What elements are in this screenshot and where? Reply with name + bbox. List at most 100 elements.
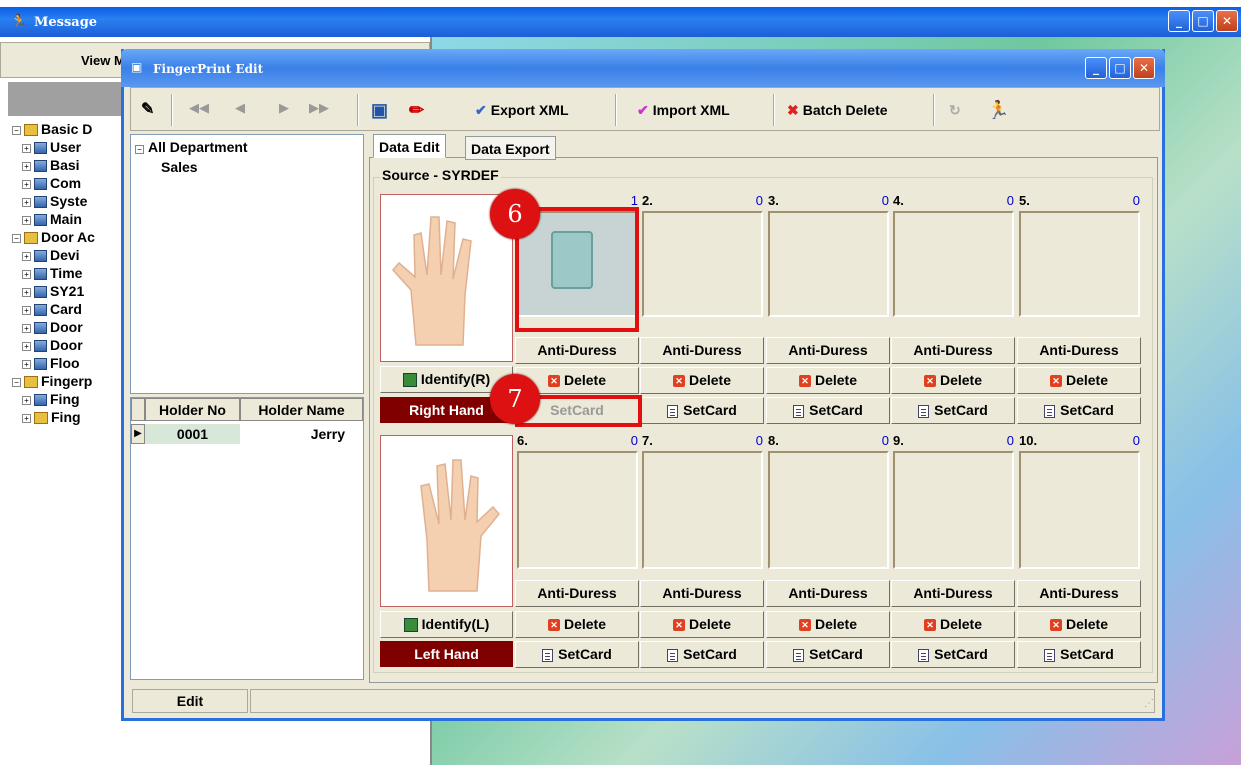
app-logo-icon: 🏃 <box>10 14 28 30</box>
tree-item-sales[interactable]: Sales <box>161 159 198 175</box>
folder-icon <box>24 232 38 245</box>
grid-icon <box>34 304 47 317</box>
delete-button[interactable]: ✕ Delete <box>515 611 639 638</box>
grid-icon <box>34 358 47 371</box>
setcard-button[interactable]: SetCard <box>1017 397 1141 424</box>
refresh-icon[interactable]: ↻ <box>949 96 961 124</box>
setcard-button[interactable]: SetCard <box>640 641 764 668</box>
grid-icon <box>34 142 47 155</box>
maximize-button[interactable]: □ <box>1192 10 1214 32</box>
delete-icon: ✕ <box>1049 619 1062 632</box>
window-maximize-button[interactable]: □ <box>1109 57 1131 79</box>
toolbar-separator <box>773 94 775 126</box>
close-button[interactable]: ✕ <box>1216 10 1238 32</box>
anti-duress-button[interactable]: Anti-Duress <box>891 580 1015 607</box>
finger-cell-6[interactable]: 6. 0 <box>515 433 640 569</box>
anti-duress-button[interactable]: Anti-Duress <box>766 580 890 607</box>
grid-icon <box>34 250 47 263</box>
export-xml-button[interactable]: ✔ Export XML <box>475 96 569 124</box>
delete-button[interactable]: ✕ Delete <box>891 367 1015 394</box>
export-icon: ✔ <box>475 102 487 118</box>
anti-duress-button[interactable]: Anti-Duress <box>1017 337 1141 364</box>
left-hand-image <box>380 435 513 607</box>
batch-delete-icon: ✖ <box>787 102 799 118</box>
card-icon <box>667 404 679 418</box>
setcard-button[interactable]: SetCard <box>766 641 890 668</box>
delete-button[interactable]: ✕ Delete <box>1017 367 1141 394</box>
column-header-holder-no[interactable]: Holder No <box>145 398 240 421</box>
identify-icon <box>402 373 417 388</box>
setcard-button[interactable]: SetCard <box>891 397 1015 424</box>
resize-grip-icon[interactable]: ⋰ <box>1144 698 1154 709</box>
status-message <box>250 689 1155 713</box>
import-icon: ✔ <box>637 102 649 118</box>
first-record-icon[interactable]: ◀◀ <box>189 100 209 116</box>
grid-icon <box>34 178 47 191</box>
minimize-button[interactable]: _ <box>1168 10 1190 32</box>
batch-delete-button[interactable]: ✖ Batch Delete <box>787 96 888 124</box>
column-header-holder-name[interactable]: Holder Name <box>240 398 363 421</box>
left-hand-label: Left Hand <box>380 641 513 667</box>
last-record-icon[interactable]: ▶▶ <box>309 100 329 116</box>
card-icon <box>542 648 554 662</box>
grid-icon <box>34 394 47 407</box>
left-hand-icon <box>420 459 500 592</box>
delete-button[interactable]: ✕ Delete <box>766 367 890 394</box>
finger-cell-10[interactable]: 10. 0 <box>1017 433 1142 569</box>
delete-icon: ✕ <box>923 375 936 388</box>
toolbar-separator <box>615 94 617 126</box>
delete-button[interactable]: ✕ Delete <box>766 611 890 638</box>
edit-icon[interactable]: ✎ <box>141 96 154 124</box>
anti-duress-button[interactable]: Anti-Duress <box>766 337 890 364</box>
tab-data-edit[interactable]: Data Edit <box>373 134 446 158</box>
status-bar: Edit ⋰ <box>130 686 1160 716</box>
finger-cell-3[interactable]: 3. 0 <box>766 193 891 320</box>
card-icon <box>793 648 805 662</box>
anti-duress-button[interactable]: Anti-Duress <box>1017 580 1141 607</box>
window-minimize-button[interactable]: _ <box>1085 57 1107 79</box>
delete-button[interactable]: ✕ Delete <box>640 367 764 394</box>
delete-button[interactable]: ✕ Delete <box>640 611 764 638</box>
setcard-button[interactable]: SetCard <box>515 641 639 668</box>
table-cell-holder-name[interactable]: Jerry <box>240 424 363 444</box>
identify-left-button[interactable]: Identify(L) <box>380 611 513 638</box>
anti-duress-button[interactable]: Anti-Duress <box>515 337 639 364</box>
prev-record-icon[interactable]: ◀ <box>235 100 245 116</box>
finger-cell-9[interactable]: 9. 0 <box>891 433 1016 569</box>
delete-icon: ✕ <box>923 619 936 632</box>
holder-table: Holder No Holder Name ▶ 0001 Jerry <box>130 397 364 680</box>
tab-data-export[interactable]: Data Export <box>465 136 556 160</box>
setcard-button[interactable]: SetCard <box>1017 641 1141 668</box>
table-cell-holder-no[interactable]: 0001 <box>145 424 240 444</box>
anti-duress-button[interactable]: Anti-Duress <box>640 337 764 364</box>
anti-duress-button[interactable]: Anti-Duress <box>891 337 1015 364</box>
window-titlebar: ▣ FingerPrint Edit _ □ ✕ <box>121 49 1165 87</box>
anti-duress-button[interactable]: Anti-Duress <box>515 580 639 607</box>
import-xml-button[interactable]: ✔ Import XML <box>637 96 730 124</box>
anti-duress-button[interactable]: Anti-Duress <box>640 580 764 607</box>
setcard-button[interactable]: SetCard <box>891 641 1015 668</box>
finger-cell-7[interactable]: 7. 0 <box>640 433 765 569</box>
department-tree: − All Department Sales <box>130 134 364 394</box>
next-record-icon[interactable]: ▶ <box>279 100 289 116</box>
delete-button[interactable]: ✕ Delete <box>891 611 1015 638</box>
card-icon <box>793 404 805 418</box>
window-close-button[interactable]: ✕ <box>1133 57 1155 79</box>
callout-7: 7 <box>490 374 540 424</box>
delete-button[interactable]: ✕ Delete <box>1017 611 1141 638</box>
setcard-button[interactable]: SetCard <box>640 397 764 424</box>
finger-cell-2[interactable]: 2. 0 <box>640 193 765 320</box>
tree-item-all-department[interactable]: − All Department <box>135 139 248 155</box>
row-pointer-icon: ▶ <box>131 424 145 444</box>
card-icon <box>918 404 930 418</box>
user-icon[interactable]: 🏃 <box>987 96 1009 124</box>
pencil-icon[interactable]: ✏ <box>409 96 424 124</box>
finger-cell-5[interactable]: 5. 0 <box>1017 193 1142 320</box>
save-icon[interactable]: ▣ <box>371 96 388 124</box>
finger-cell-4[interactable]: 4. 0 <box>891 193 1016 320</box>
grid-icon <box>34 322 47 335</box>
setcard-button[interactable]: SetCard <box>766 397 890 424</box>
card-icon <box>667 648 679 662</box>
finger-cell-8[interactable]: 8. 0 <box>766 433 891 569</box>
callout-6: 6 <box>490 189 540 239</box>
